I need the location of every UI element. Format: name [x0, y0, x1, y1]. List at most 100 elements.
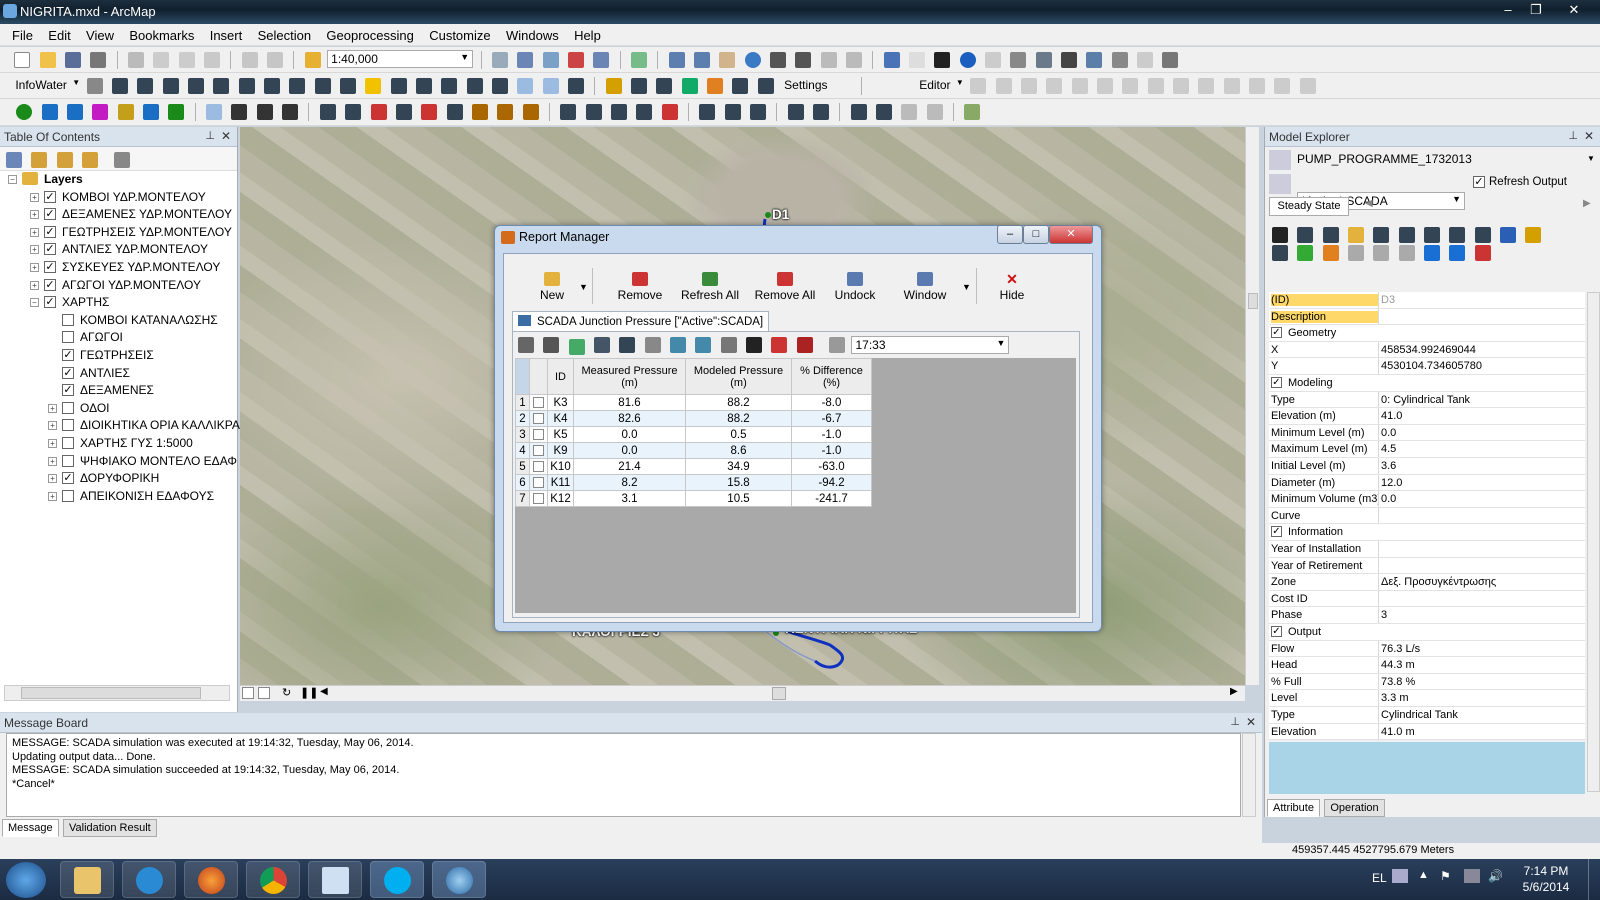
tab-attribute[interactable]: Attribute: [1267, 799, 1320, 817]
property-value[interactable]: 0.0: [1381, 493, 1396, 505]
add-tank-icon[interactable]: [41, 104, 58, 120]
layer-visibility-checkbox[interactable]: ✓: [44, 243, 56, 256]
property-row[interactable]: X 458534.992469044: [1269, 341, 1585, 359]
row-checkbox[interactable]: [529, 474, 548, 491]
add-valve-icon[interactable]: [117, 104, 134, 120]
start-button[interactable]: [6, 862, 46, 898]
paste-icon[interactable]: [178, 52, 195, 68]
property-row[interactable]: Y 4530104.734605780: [1269, 358, 1585, 375]
category-checkbox[interactable]: ✓: [1271, 327, 1282, 339]
property-value[interactable]: 44.3 m: [1381, 659, 1415, 671]
language-indicator[interactable]: EL: [1372, 871, 1387, 885]
keyboard-icon[interactable]: [1392, 869, 1408, 883]
editor-toolbar-icon[interactable]: [491, 52, 508, 68]
close-button[interactable]: ✕: [1560, 0, 1588, 20]
flip-icon[interactable]: [787, 104, 804, 120]
identify-icon[interactable]: [959, 52, 976, 68]
map-display-icon[interactable]: [365, 78, 382, 94]
show-hidden-icons-icon[interactable]: ▲: [1418, 869, 1429, 881]
next-icon[interactable]: [1449, 245, 1466, 261]
property-value[interactable]: 41.0 m: [1381, 726, 1415, 738]
export-icon[interactable]: [964, 104, 981, 120]
remove-button[interactable]: Remove: [614, 272, 666, 302]
menu-windows[interactable]: Windows: [500, 24, 565, 46]
expand-icon[interactable]: +: [30, 263, 39, 272]
delete-icon[interactable]: [1474, 245, 1491, 261]
new-report-button[interactable]: New: [532, 272, 572, 302]
collapse-icon[interactable]: −: [30, 298, 39, 308]
hyperlink-icon[interactable]: [985, 52, 1002, 68]
annotation-icon[interactable]: [339, 78, 356, 94]
connectivity-icon[interactable]: [585, 104, 602, 120]
back-extent-icon[interactable]: [820, 52, 837, 68]
map-icon[interactable]: [619, 337, 636, 353]
lock-icon[interactable]: [1322, 245, 1339, 261]
print-icon[interactable]: [90, 52, 107, 68]
table-icon[interactable]: [1474, 227, 1491, 243]
taskbar-skype[interactable]: [370, 861, 424, 898]
property-row[interactable]: Minimum Level (m) 0.0: [1269, 424, 1585, 442]
row-number[interactable]: 7: [515, 490, 530, 507]
list-by-source-icon[interactable]: [31, 152, 48, 168]
steady-state-tab[interactable]: Steady State: [1269, 197, 1349, 216]
search-icon[interactable]: [1322, 227, 1339, 243]
create-features-icon[interactable]: [1299, 78, 1316, 94]
row-number[interactable]: 1: [515, 394, 530, 411]
message-scrollbar[interactable]: [1242, 733, 1256, 817]
layer-visibility-checkbox[interactable]: ✓: [44, 261, 56, 273]
edit-form-icon[interactable]: [699, 104, 716, 120]
add-junction-icon[interactable]: [16, 104, 33, 120]
menu-bookmarks[interactable]: Bookmarks: [123, 24, 200, 46]
table-row[interactable]: 7 K12 3.1 10.5 -241.7: [515, 490, 872, 507]
trace-upstream-icon[interactable]: [471, 104, 488, 120]
row-checkbox[interactable]: [529, 394, 548, 411]
find-link-icon[interactable]: [636, 104, 653, 120]
menu-help[interactable]: Help: [568, 24, 607, 46]
split-icon[interactable]: [1198, 78, 1215, 94]
property-row[interactable]: Curve: [1269, 507, 1585, 525]
row-select-checkbox[interactable]: [533, 428, 544, 440]
valve-tool-icon[interactable]: [656, 78, 673, 94]
report-icon[interactable]: [162, 78, 179, 94]
taskbar-chrome[interactable]: [246, 861, 300, 898]
copy-icon[interactable]: [1424, 227, 1441, 243]
layer-visibility-checkbox[interactable]: ✓: [44, 190, 56, 203]
tank-icon[interactable]: [492, 78, 509, 94]
row-number[interactable]: 5: [515, 458, 530, 475]
database-icon[interactable]: [213, 78, 230, 94]
row-header-corner[interactable]: [515, 358, 530, 395]
tab-scada-junction-pressure[interactable]: SCADA Junction Pressure ["Active":SCADA]: [512, 311, 770, 331]
network-check-icon[interactable]: [560, 104, 577, 120]
network-icon[interactable]: [137, 78, 154, 94]
property-row[interactable]: Diameter (m) 12.0: [1269, 474, 1585, 492]
cut-tool-icon[interactable]: [850, 104, 867, 120]
expand-icon[interactable]: +: [30, 227, 39, 237]
table-row[interactable]: 3 K5 0.0 0.5 -1.0: [515, 426, 872, 443]
forward-extent-icon[interactable]: [846, 52, 862, 68]
pipe-tool-icon[interactable]: [631, 78, 648, 94]
pause-icon[interactable]: ❚❚: [300, 686, 318, 699]
window-button[interactable]: Window: [898, 272, 952, 302]
property-row[interactable]: Elevation (m) 41.0: [1269, 408, 1585, 425]
row-select-checkbox[interactable]: [533, 460, 544, 472]
save-icon[interactable]: [65, 52, 82, 68]
layer-visibility-checkbox[interactable]: [62, 419, 74, 432]
property-value[interactable]: Cylindrical Tank: [1381, 709, 1458, 721]
attributes-icon[interactable]: [1248, 78, 1265, 94]
minimize-button[interactable]: –: [1494, 0, 1522, 20]
select-elements-icon[interactable]: [934, 52, 951, 68]
save-icon[interactable]: [1373, 227, 1390, 243]
chevron-down-icon[interactable]: ▼: [579, 282, 588, 292]
undock-button[interactable]: Undock: [826, 272, 884, 302]
new-document-icon[interactable]: [14, 52, 31, 68]
chevron-down-icon[interactable]: ▼: [1587, 154, 1595, 163]
tools-icon[interactable]: [466, 78, 483, 94]
point-icon[interactable]: [1096, 78, 1113, 94]
row-checkbox[interactable]: [529, 442, 548, 459]
network-icon[interactable]: [1464, 869, 1480, 883]
time-slider-icon[interactable]: [1137, 52, 1154, 68]
expand-icon[interactable]: +: [48, 403, 57, 413]
maximize-button[interactable]: ❐: [1522, 0, 1550, 20]
infowater-menu[interactable]: InfoWater: [15, 78, 67, 92]
taskbar-firefox[interactable]: [184, 861, 238, 898]
